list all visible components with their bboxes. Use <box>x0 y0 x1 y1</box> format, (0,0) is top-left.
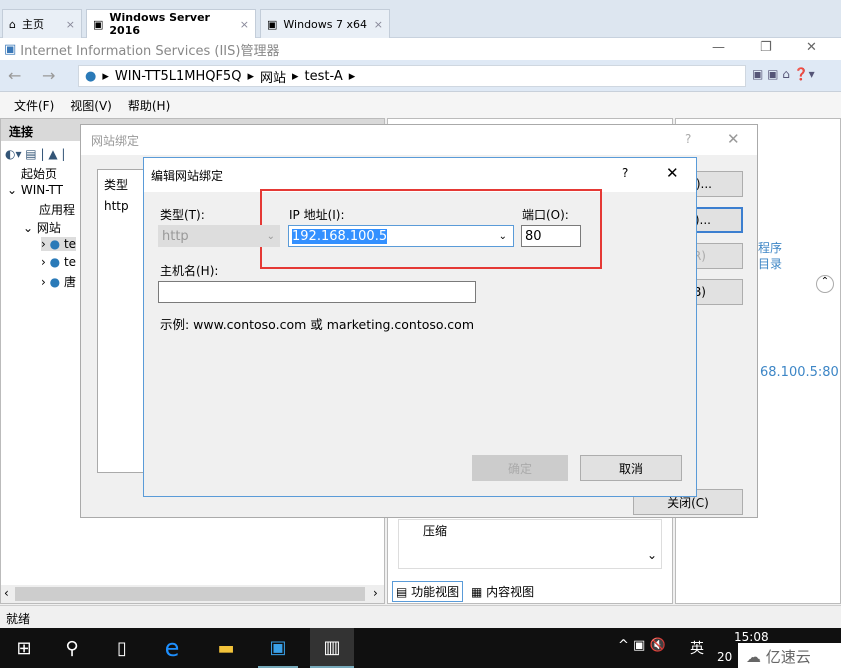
ip-label: IP 地址(I): <box>289 208 345 222</box>
tree-item[interactable]: 起始页 <box>21 165 57 182</box>
cancel-button[interactable]: 取消 <box>580 455 682 481</box>
feature-list: 压缩 ⌄ <box>398 519 662 569</box>
menu-bar: 文件(F) 视图(V) 帮助(H) <box>0 92 841 118</box>
menu-file[interactable]: 文件(F) <box>14 97 54 114</box>
tab-windows-server-2016[interactable]: ▣ Windows Server 2016 × <box>86 9 256 38</box>
help-button[interactable]: ? <box>685 132 691 146</box>
close-icon[interactable]: × <box>240 18 249 31</box>
tray-icons[interactable]: ^ ▣ 🔇 <box>618 638 666 653</box>
tree-item[interactable]: › ● te <box>41 237 77 251</box>
type-select[interactable]: http ⌄ <box>158 225 280 247</box>
forward-button[interactable]: → <box>42 66 55 85</box>
feature-item[interactable]: 压缩 <box>423 522 447 539</box>
bindings-table: 类型 http <box>97 169 147 473</box>
window-title: Internet Information Services (IIS)管理器 <box>20 43 280 59</box>
globe-icon: ● <box>85 68 97 84</box>
close-icon[interactable]: ✕ <box>666 164 679 182</box>
close-window-button[interactable]: ✕ <box>806 40 817 55</box>
port-label: 端口(O): <box>522 208 569 222</box>
chevron-down-icon[interactable]: ⌄ <box>647 548 657 562</box>
menu-help[interactable]: 帮助(H) <box>128 97 170 114</box>
chevron-down-icon: ⌄ <box>498 230 507 242</box>
breadcrumb-server[interactable]: WIN-TT5L1MHQF5Q <box>115 69 242 84</box>
start-icon[interactable]: ⊞ <box>4 628 44 668</box>
ok-button[interactable]: 确定 <box>472 455 568 481</box>
watermark-logo: ☁ 亿速云 <box>738 643 841 668</box>
host-name-input[interactable] <box>158 281 476 303</box>
breadcrumb-sites[interactable]: 网站 <box>260 67 286 86</box>
address-box[interactable]: ● ▸ WIN-TT5L1MHQF5Q ▸ 网站 ▸ test-A ▸ <box>78 65 746 87</box>
vm-icon: ▣ <box>93 17 104 31</box>
table-row[interactable]: http <box>98 199 146 213</box>
tab-home[interactable]: ⌂ 主页 × <box>2 9 82 38</box>
ime-indicator[interactable]: 英 <box>690 638 704 658</box>
status-bar: 就绪 <box>0 605 841 628</box>
tab-windows-7[interactable]: ▣ Windows 7 x64 × <box>260 9 390 38</box>
connections-toolbar[interactable]: ◐▾ ▤ | ▲ | <box>5 147 65 161</box>
action-link[interactable]: 目录 <box>758 255 782 272</box>
breadcrumb-site[interactable]: test-A <box>305 69 343 84</box>
tab-content-view[interactable]: ▦ 内容视图 <box>468 582 537 601</box>
tree-item[interactable]: ⌄ 网站 <box>23 219 61 236</box>
clock-time[interactable]: 15:08 <box>734 630 769 644</box>
iis-manager-icon[interactable]: ▥ <box>310 628 354 668</box>
close-icon[interactable]: × <box>374 18 383 31</box>
binding-link[interactable]: 68.100.5:80 <box>760 365 839 380</box>
ip-address-combobox[interactable]: 192.168.100.5 ⌄ <box>288 225 514 247</box>
tab-features-view[interactable]: ▤ 功能视图 <box>392 581 464 602</box>
type-label: 类型(T): <box>160 208 205 222</box>
horizontal-scrollbar[interactable]: ‹ › <box>1 585 384 603</box>
toolbar-icons[interactable]: ▣ ▣ ⌂ ❓▾ <box>752 67 815 81</box>
action-link[interactable]: 程序 <box>758 239 782 256</box>
back-button[interactable]: ← <box>8 66 21 85</box>
edit-binding-dialog: 编辑网站绑定 ? ✕ 类型(T): http ⌄ IP 地址(I): 192.16… <box>143 157 697 497</box>
maximize-button[interactable]: ❐ <box>760 40 772 55</box>
clock-date[interactable]: 20 <box>717 650 732 664</box>
ie-icon[interactable]: e <box>152 628 192 668</box>
menu-view[interactable]: 视图(V) <box>70 97 112 114</box>
close-icon[interactable]: ✕ <box>727 130 740 148</box>
tree-item[interactable]: › ● 唐 <box>41 273 76 290</box>
file-explorer-icon[interactable]: ▬ <box>206 628 246 668</box>
vm-icon: ▣ <box>267 17 278 31</box>
status-text: 就绪 <box>6 612 31 626</box>
host-label: 主机名(H): <box>160 264 219 278</box>
port-input[interactable]: 80 <box>521 225 581 247</box>
tree-item[interactable]: › ● te <box>41 255 76 269</box>
search-icon[interactable]: ⚲ <box>52 628 92 668</box>
help-button[interactable]: ? <box>622 166 628 180</box>
collapse-icon[interactable]: ⌃ <box>816 275 834 293</box>
minimize-button[interactable]: — <box>712 40 725 55</box>
task-view-icon[interactable]: ▯ <box>102 628 142 668</box>
close-icon[interactable]: × <box>66 18 75 31</box>
example-text: 示例: www.contoso.com 或 marketing.contoso.… <box>160 317 474 332</box>
dialog-title: 网站绑定 <box>81 125 757 155</box>
tree-item[interactable]: 应用程 <box>39 201 75 218</box>
home-icon: ⌂ <box>9 17 16 31</box>
server-manager-icon[interactable]: ▣ <box>258 628 298 668</box>
iis-icon: ▣ <box>4 41 17 57</box>
tree-item[interactable]: ⌄ WIN-TT <box>7 183 63 197</box>
column-header: 类型 <box>104 178 129 192</box>
dialog-title: 编辑网站绑定 <box>144 158 696 192</box>
